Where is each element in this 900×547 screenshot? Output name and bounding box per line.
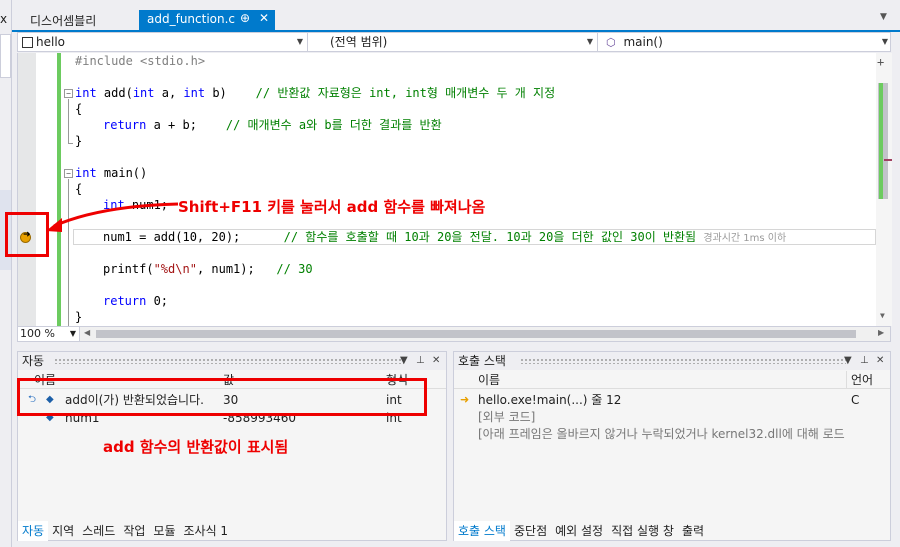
table-row[interactable]: [외부 코드] [454, 409, 890, 425]
table-row[interactable]: ➜ hello.exe!main(...) 줄 12 C [454, 392, 890, 408]
code-line-14: printf("%d\n", num1); // 30 [103, 262, 313, 276]
close-icon[interactable]: ✕ [259, 11, 269, 25]
code-editor[interactable]: − − #include <stdio.h> int add(int a, in… [17, 53, 892, 326]
pin-icon[interactable]: ⊥ [860, 352, 869, 370]
chevron-down-icon: ▼ [296, 37, 303, 46]
fold-guide-end [68, 143, 73, 144]
annotation-arrow [46, 202, 179, 232]
annotation-shift-f11: Shift+F11 키를 눌러서 add 함수를 빠져나옴 [178, 198, 486, 216]
editor-vertical-scrollbar[interactable]: + ▼ [876, 53, 892, 326]
tab-output[interactable]: 출력 [678, 521, 708, 541]
navigation-bar: hello ▼ (전역 범위) ▼ ⬡ main() ▼ [17, 32, 891, 52]
tab-locals[interactable]: 지역 [48, 521, 78, 541]
frame-name: hello.exe!main(...) 줄 12 [478, 393, 622, 407]
pin-icon[interactable]: ⊥ [416, 352, 425, 370]
frame-name: [아래 프레임은 올바르지 않거나 누락되었거나 kernel32.dll에 대… [478, 427, 845, 441]
autos-bottom-tabs: 자동 지역 스레드 작업 모듈 조사식 1 [18, 521, 446, 541]
scroll-right-icon[interactable]: ▶ [878, 328, 884, 337]
chevron-down-icon: ▼ [69, 329, 76, 338]
frame-name: [외부 코드] [478, 410, 536, 424]
tab-breakpoints[interactable]: 중단점 [510, 521, 551, 541]
tab-exception-settings[interactable]: 예외 설정 [551, 521, 607, 541]
annotation-return-value: add 함수의 반환값이 표시됨 [103, 438, 289, 456]
scope-dropdown[interactable]: (전역 범위) ▼ [308, 33, 598, 51]
autos-title: 자동 [22, 354, 45, 368]
scope-label: (전역 범위) [330, 35, 388, 49]
zoom-label: 100 % [20, 327, 55, 340]
close-icon[interactable]: ✕ [876, 352, 884, 370]
scroll-left-icon[interactable]: ◀ [84, 328, 90, 337]
tab-immediate-window[interactable]: 직접 실행 창 [607, 521, 678, 541]
tab-disassembly[interactable]: 디스어셈블리 [22, 10, 104, 30]
code-line-5: return a + b; // 매개변수 a와 b를 더한 결과를 반환 [103, 118, 442, 132]
project-icon [22, 37, 33, 48]
code-line-1: #include <stdio.h> [75, 54, 206, 68]
code-line-3: int add(int a, int b) // 반환값 자료형은 int, i… [75, 86, 556, 100]
code-line-6: } [75, 134, 83, 148]
close-icon[interactable]: ✕ [432, 352, 440, 370]
fold-guide [68, 99, 69, 143]
code-line-8: int main() [75, 166, 148, 180]
tab-add-function[interactable]: add_function.c ⊕ ✕ [139, 10, 275, 30]
code-line-12: num1 = add(10, 20); // 함수를 호출할 때 10과 20을… [103, 230, 787, 244]
autos-title-bar: 자동 ▼ ⊥ ✕ [18, 352, 446, 370]
elapsed-time-hint: 경과시간 1ms 이하 [703, 233, 787, 244]
scroll-down-icon[interactable]: ▼ [880, 311, 885, 320]
chevron-down-icon: ▼ [881, 37, 888, 46]
code-line-9: { [75, 182, 83, 196]
panel-menu-icon[interactable]: ▼ [844, 352, 852, 370]
document-tab-bar: 디스어셈블리 add_function.c ⊕ ✕ [12, 0, 900, 30]
tab-call-stack[interactable]: 호출 스택 [454, 521, 510, 541]
tab-modules[interactable]: 모듈 [149, 521, 179, 541]
panel-menu-icon[interactable]: ▼ [400, 352, 408, 370]
editor-status-bar: 100 % ▼ ◀ ▶ [17, 326, 891, 342]
column-divider [846, 371, 847, 389]
tab-tasks[interactable]: 작업 [119, 521, 149, 541]
tab-label: add_function.c [147, 12, 236, 26]
fold-toggle-main[interactable]: − [64, 169, 73, 178]
call-stack-column-header: 이름 언어 [454, 371, 890, 389]
col-language[interactable]: 언어 [851, 371, 873, 389]
project-dropdown[interactable]: hello ▼ [18, 33, 308, 51]
zoom-dropdown[interactable]: 100 % ▼ [18, 327, 80, 341]
function-icon: ⬡ [606, 36, 616, 49]
chevron-down-icon[interactable]: ▼ [880, 12, 887, 22]
left-panel-box [0, 34, 11, 78]
left-tool-strip: x [0, 0, 12, 547]
tab-watch-1[interactable]: 조사식 1 [180, 521, 233, 541]
tab-autos[interactable]: 자동 [18, 521, 49, 541]
chevron-down-icon: ▼ [586, 37, 593, 46]
code-line-16: return 0; [103, 294, 169, 308]
split-icon[interactable]: + [877, 55, 884, 69]
frame-language: C [851, 393, 860, 407]
call-stack-title-bar: 호출 스택 ▼ ⊥ ✕ [454, 352, 890, 370]
call-stack-title: 호출 스택 [458, 354, 506, 368]
pin-icon[interactable]: ⊕ [240, 11, 250, 25]
annotation-box-return-value [17, 378, 427, 416]
caret-marker [884, 159, 892, 161]
change-indicator-bar [57, 53, 61, 326]
code-line-17: } [75, 310, 83, 324]
project-label: hello [36, 35, 65, 49]
table-row[interactable]: [아래 프레임은 올바르지 않거나 누락되었거나 kernel32.dll에 대… [454, 426, 846, 442]
horizontal-scroll-thumb[interactable] [96, 330, 856, 338]
col-name[interactable]: 이름 [478, 371, 500, 389]
call-stack-panel: 호출 스택 ▼ ⊥ ✕ 이름 언어 ➜ hello.exe!main(...) … [453, 351, 891, 541]
function-dropdown[interactable]: ⬡ main() ▼ [598, 33, 892, 51]
glyph-margin[interactable] [18, 53, 36, 326]
fold-toggle-add[interactable]: − [64, 89, 73, 98]
code-line-4: { [75, 102, 83, 116]
call-stack-bottom-tabs: 호출 스택 중단점 예외 설정 직접 실행 창 출력 [454, 521, 890, 541]
close-icon[interactable]: x [0, 12, 7, 26]
function-label: main() [623, 35, 663, 49]
tab-threads[interactable]: 스레드 [78, 521, 119, 541]
change-marker [879, 83, 883, 199]
current-frame-arrow-icon: ➜ [460, 393, 470, 406]
